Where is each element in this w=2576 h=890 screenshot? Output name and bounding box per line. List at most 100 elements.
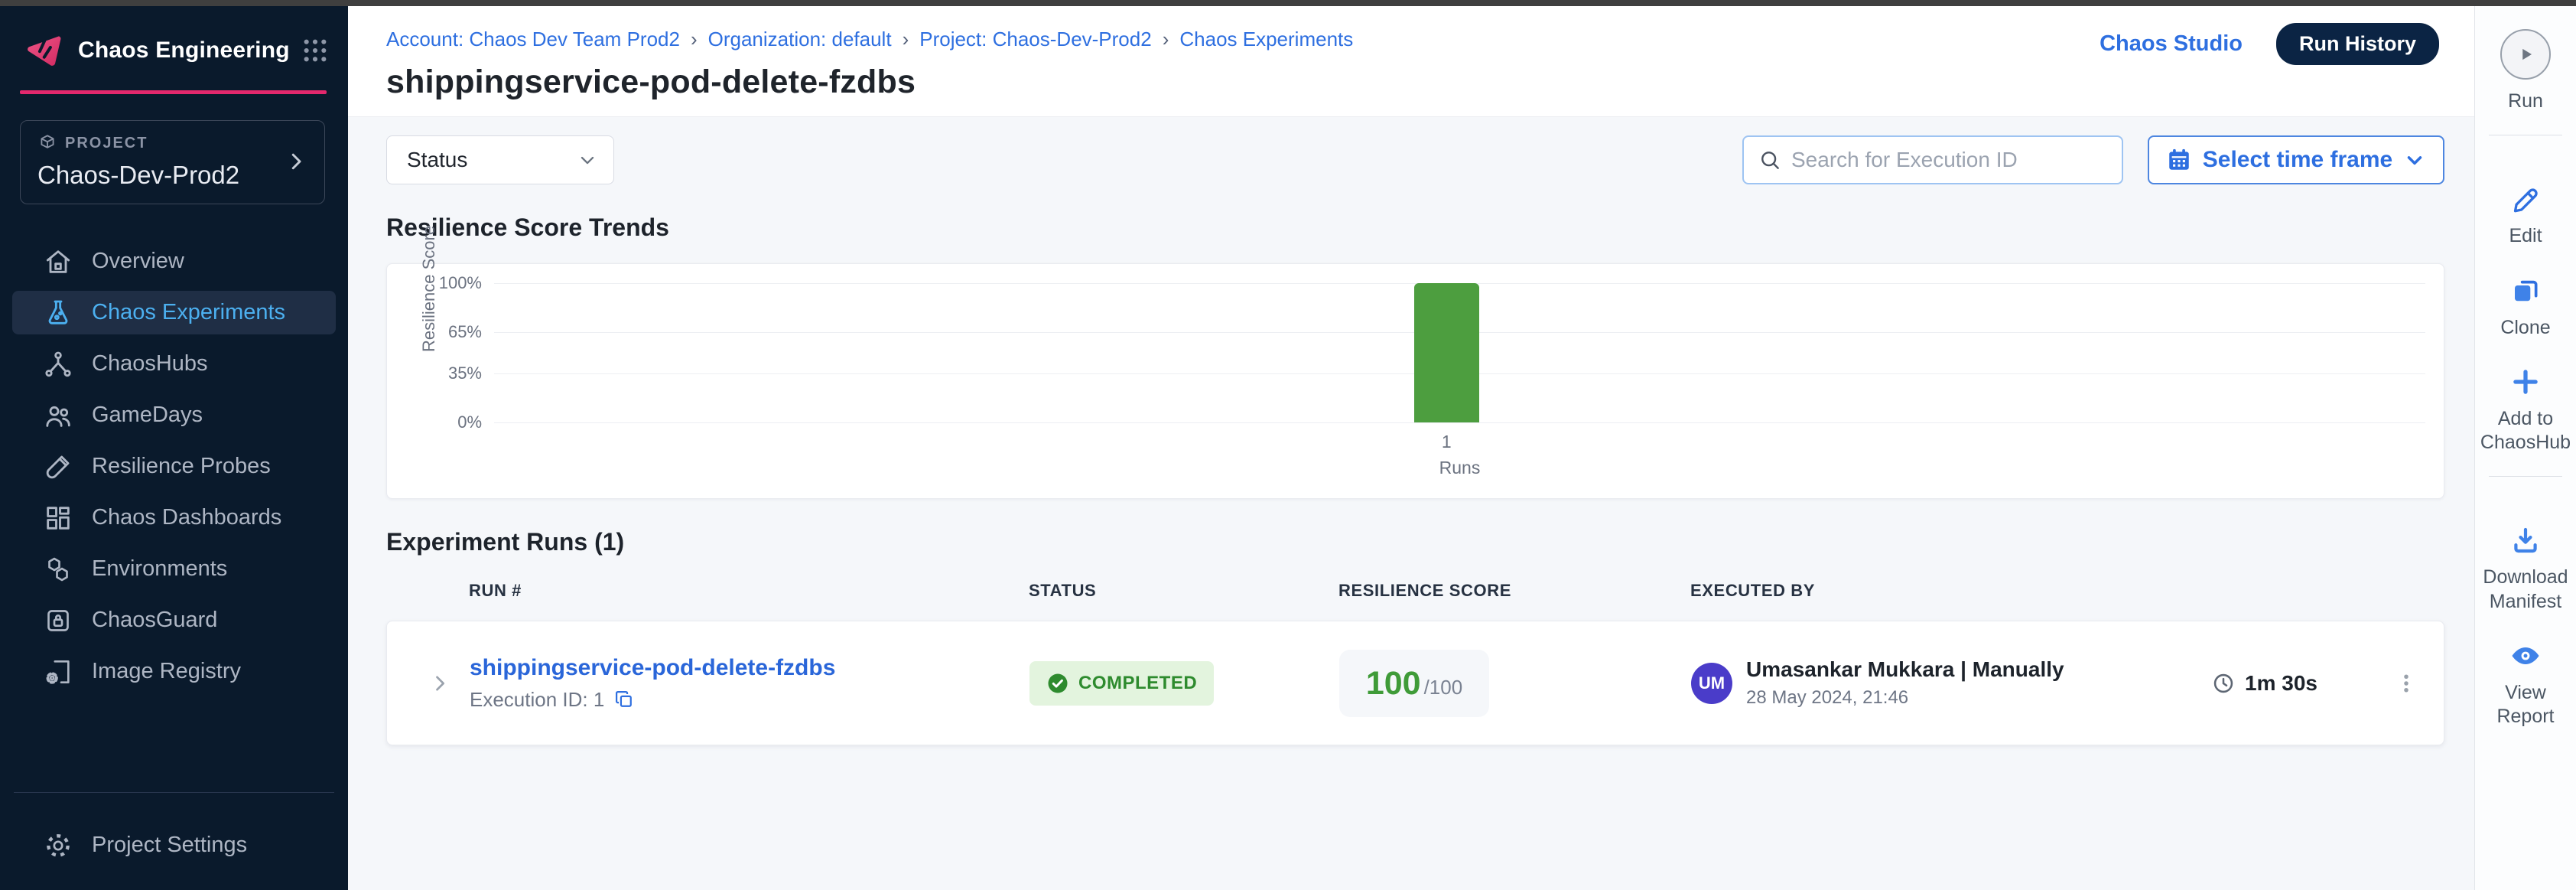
sidebar-item-image-registry[interactable]: Image Registry [12,650,336,693]
project-name: Chaos-Dev-Prod2 [37,161,285,190]
sidebar-item-label: Overview [92,249,184,274]
executed-by-name: Umasankar Mukkara | Manually [1746,657,2064,682]
run-button[interactable] [2500,29,2551,80]
search-input[interactable] [1791,148,2108,172]
breadcrumb-separator: › [1163,28,1169,51]
action-rail: Run Edit Clone Add to ChaosHub Download … [2474,6,2576,890]
document-gear-icon [43,657,73,687]
hexagons-icon [43,554,73,585]
sidebar-item-label: Image Registry [92,659,241,684]
accent-divider [20,90,327,94]
download-icon [2509,524,2542,556]
main-content: Account: Chaos Dev Team Prod2 › Organiza… [348,6,2474,890]
sidebar-item-resilience-probes[interactable]: Resilience Probes [12,445,336,488]
chevron-right-icon [285,150,307,173]
test-tube-icon [43,452,73,482]
dashboard-grid-icon [43,503,73,533]
time-frame-button[interactable]: Select time frame [2148,135,2444,184]
search-icon [1758,148,1782,172]
sidebar-item-label: GameDays [92,403,203,428]
expand-row-button[interactable] [429,673,470,694]
resilience-score: 100 /100 [1339,650,1489,717]
column-executed-by: EXECUTED BY [1690,581,2210,601]
gear-icon [43,830,73,861]
people-icon [43,400,73,431]
download-manifest-label: Download Manifest [2475,566,2576,614]
status-label: COMPLETED [1078,673,1197,694]
y-tick: 100% [439,273,482,293]
chaos-studio-link[interactable]: Chaos Studio [2100,31,2243,57]
x-category-label: 1 [1414,432,1479,452]
sidebar-item-environments[interactable]: Environments [12,547,336,591]
sidebar-item-label: ChaosHubs [92,351,208,377]
module-grid-icon[interactable] [302,37,328,64]
project-label: PROJECT [65,135,148,152]
cube-icon [37,133,57,153]
add-to-chaoshub-button[interactable]: Add to ChaosHub [2475,366,2576,455]
avatar: UM [1691,663,1732,704]
download-manifest-button[interactable]: Download Manifest [2475,524,2576,614]
chevron-down-icon [577,149,598,171]
row-menu-button[interactable] [2368,672,2444,695]
filter-bar: Status [386,135,2444,184]
chart-y-axis-label: Resilience Score [419,226,439,352]
sidebar-item-label: Resilience Probes [92,454,271,479]
run-history-button[interactable]: Run History [2276,23,2439,65]
plus-icon [2509,366,2542,398]
chevron-right-icon [429,673,450,694]
resilience-trends-title: Resilience Score Trends [386,214,2444,242]
clone-label: Clone [2496,316,2555,340]
run-duration: 1m 30s [2245,671,2317,696]
sidebar-item-chaosguard[interactable]: ChaosGuard [12,598,336,642]
sidebar-item-label: ChaosGuard [92,608,217,633]
resilience-score-chart: Resilience Score 100% 65% 35% 0% 1 R [386,263,2444,499]
sidebar-item-chaos-dashboards[interactable]: Chaos Dashboards [12,496,336,540]
score-value: 100 [1366,665,1421,703]
sidebar-nav: Overview Chaos Experiments ChaosHubs [0,232,348,701]
sidebar-item-chaoshubs[interactable]: ChaosHubs [12,342,336,386]
eye-icon [2509,640,2542,672]
flask-icon [43,298,73,328]
sidebar-item-chaos-experiments[interactable]: Chaos Experiments [12,291,336,334]
score-total: /100 [1424,676,1463,699]
runs-table-header: RUN # STATUS RESILIENCE SCORE EXECUTED B… [386,581,2444,601]
edit-label: Edit [2504,224,2546,248]
executed-at: 28 May 2024, 21:46 [1746,687,2064,709]
column-run: RUN # [469,581,1029,601]
sidebar-item-gamedays[interactable]: GameDays [12,393,336,437]
breadcrumb-separator: › [903,28,909,51]
page-title: shippingservice-pod-delete-fzdbs [386,64,2474,101]
copy-icon[interactable] [613,689,635,710]
breadcrumb-project[interactable]: Project: Chaos-Dev-Prod2 [919,28,1151,51]
sidebar-item-overview[interactable]: Overview [12,240,336,283]
play-icon [2514,43,2537,66]
view-report-button[interactable]: View Report [2475,640,2576,729]
sidebar: Chaos Engineering PROJECT Chaos-Dev-Prod… [0,6,348,890]
clone-button[interactable]: Clone [2496,275,2555,340]
sidebar-item-label: Project Settings [92,833,247,858]
kebab-menu-icon [2395,672,2418,695]
add-to-chaoshub-label: Add to ChaosHub [2475,407,2576,455]
chart-plot-area: 100% 65% 35% 0% [494,283,2425,422]
breadcrumb-account[interactable]: Account: Chaos Dev Team Prod2 [386,28,680,51]
breadcrumb-chaos-experiments[interactable]: Chaos Experiments [1179,28,1353,51]
sidebar-item-project-settings[interactable]: Project Settings [12,823,336,867]
chart-bar [1414,283,1479,422]
chart-x-axis-label: Runs [494,458,2425,478]
pencil-icon [2509,183,2542,215]
sidebar-item-label: Chaos Dashboards [92,505,281,530]
breadcrumb-separator: › [691,28,698,51]
chaos-engineering-logo-icon [21,29,64,72]
rail-divider [2489,476,2562,477]
run-name-link[interactable]: shippingservice-pod-delete-fzdbs [470,655,1029,681]
status-filter-label: Status [407,148,467,172]
clock-icon [2211,671,2236,696]
run-label: Run [2508,90,2543,113]
status-filter-dropdown[interactable]: Status [386,135,614,184]
edit-button[interactable]: Edit [2504,183,2546,248]
project-selector[interactable]: PROJECT Chaos-Dev-Prod2 [20,120,325,204]
breadcrumb-organization[interactable]: Organization: default [708,28,892,51]
sidebar-item-label: Chaos Experiments [92,300,285,325]
window-top-strip [0,0,2576,6]
column-status: STATUS [1029,581,1338,601]
